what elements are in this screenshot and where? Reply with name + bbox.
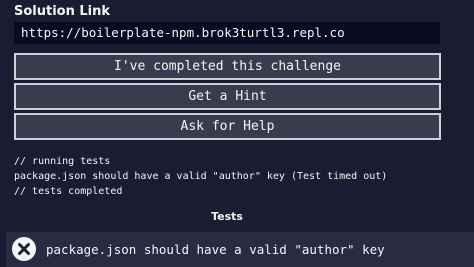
solution-link-label: Solution Link xyxy=(14,4,111,19)
console-line: // running tests xyxy=(14,156,111,167)
test-result-text: package.json should have a valid "author… xyxy=(46,242,385,257)
tests-heading: Tests xyxy=(211,210,243,223)
challenge-panel: Solution Link https://boilerplate-npm.br… xyxy=(0,0,474,267)
test-result-row: package.json should have a valid "author… xyxy=(6,232,474,267)
console-line: package.json should have a valid "author… xyxy=(14,171,388,182)
completed-challenge-button[interactable]: I've completed this challenge xyxy=(14,53,441,80)
test-console-output: // running tests package.json should have… xyxy=(14,154,387,199)
ask-for-help-button[interactable]: Ask for Help xyxy=(14,113,441,140)
solution-link-input[interactable]: https://boilerplate-npm.brok3turtl3.repl… xyxy=(14,22,440,44)
fail-x-icon xyxy=(12,237,36,261)
console-line: // tests completed xyxy=(14,186,123,197)
get-hint-button[interactable]: Get a Hint xyxy=(14,83,441,110)
